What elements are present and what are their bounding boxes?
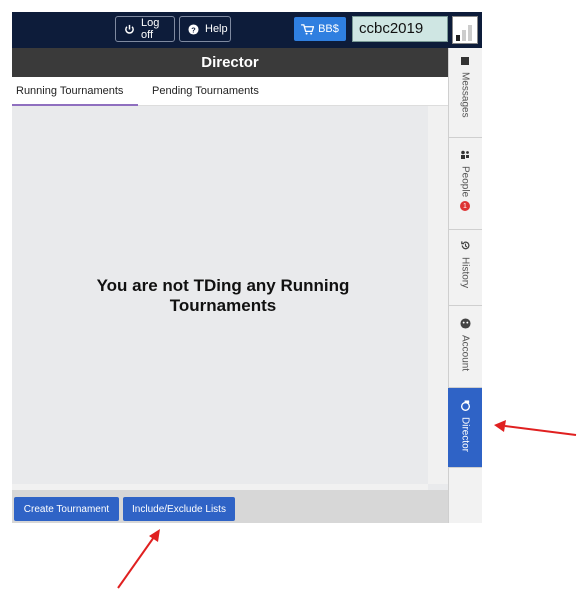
annotation-arrow-buttons <box>117 529 160 589</box>
